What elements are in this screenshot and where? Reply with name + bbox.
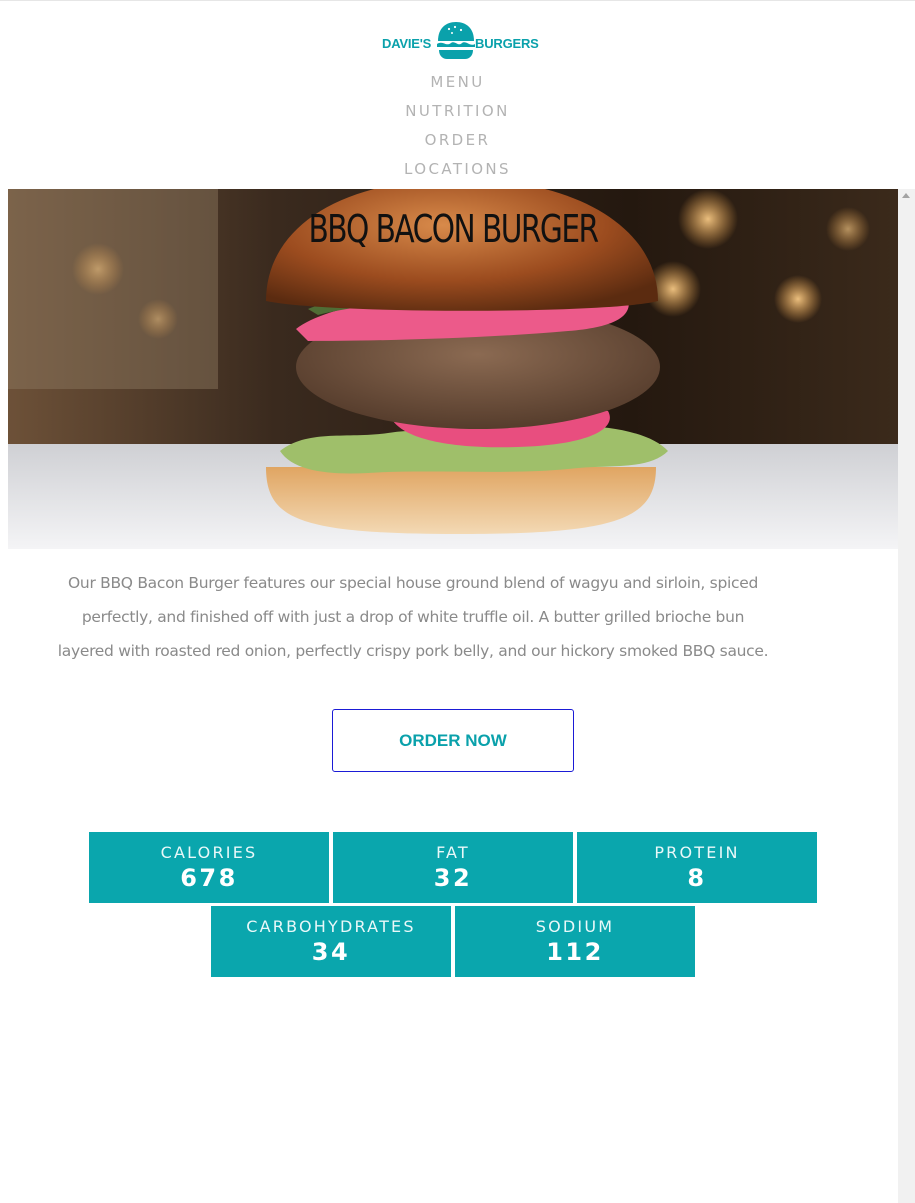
brand-logo[interactable]: DAVIE'S BURGERS — [380, 18, 542, 64]
nutrition-tile-carbohydrates: CARBOHYDRATES 34 — [211, 906, 451, 977]
nutrition-tile-protein: PROTEIN 8 — [577, 832, 817, 903]
nutrition-value: 34 — [311, 938, 351, 966]
nav-locations[interactable]: LOCATIONS — [0, 155, 915, 184]
nav-menu[interactable]: MENU — [0, 68, 915, 97]
nutrition-value: 8 — [687, 864, 707, 892]
nutrition-label: SODIUM — [535, 917, 615, 936]
scroll-up-arrow-icon[interactable] — [902, 193, 910, 198]
description-line: Our BBQ Bacon Burger features our specia… — [68, 574, 758, 592]
nutrition-label: CALORIES — [160, 843, 258, 862]
hero-title: BBQ BACON BURGER — [308, 207, 599, 251]
nutrition-label: FAT — [436, 843, 470, 862]
burger-description: Our BBQ Bacon Burger features our specia… — [40, 566, 786, 668]
nutrition-value: 112 — [546, 938, 604, 966]
nutrition-label: CARBOHYDRATES — [246, 917, 416, 936]
page-scrollbar[interactable] — [898, 189, 915, 1203]
nutrition-tile-fat: FAT 32 — [333, 832, 573, 903]
description-line: perfectly, and finished off with just a … — [81, 608, 745, 626]
burger-logo-icon — [437, 22, 475, 59]
top-divider — [0, 0, 915, 1]
description-line: layered with roasted red onion, perfectl… — [57, 642, 769, 660]
order-now-button[interactable]: ORDER NOW — [332, 709, 574, 772]
nutrition-label: PROTEIN — [654, 843, 740, 862]
nav-order[interactable]: ORDER — [0, 126, 915, 155]
nutrition-value: 678 — [180, 864, 238, 892]
nav-nutrition[interactable]: NUTRITION — [0, 97, 915, 126]
nutrition-tile-sodium: SODIUM 112 — [455, 906, 695, 977]
nutrition-value: 32 — [433, 864, 473, 892]
brand-name-left: DAVIE'S — [382, 36, 432, 51]
main-nav: MENU NUTRITION ORDER LOCATIONS — [0, 68, 915, 184]
brand-name-right: BURGERS — [475, 36, 539, 51]
hero-banner: BBQ BACON BURGER — [8, 189, 898, 549]
nutrition-tile-calories: CALORIES 678 — [89, 832, 329, 903]
page: DAVIE'S BURGERS MENU NUTRITION ORDER LOC… — [0, 0, 915, 1203]
